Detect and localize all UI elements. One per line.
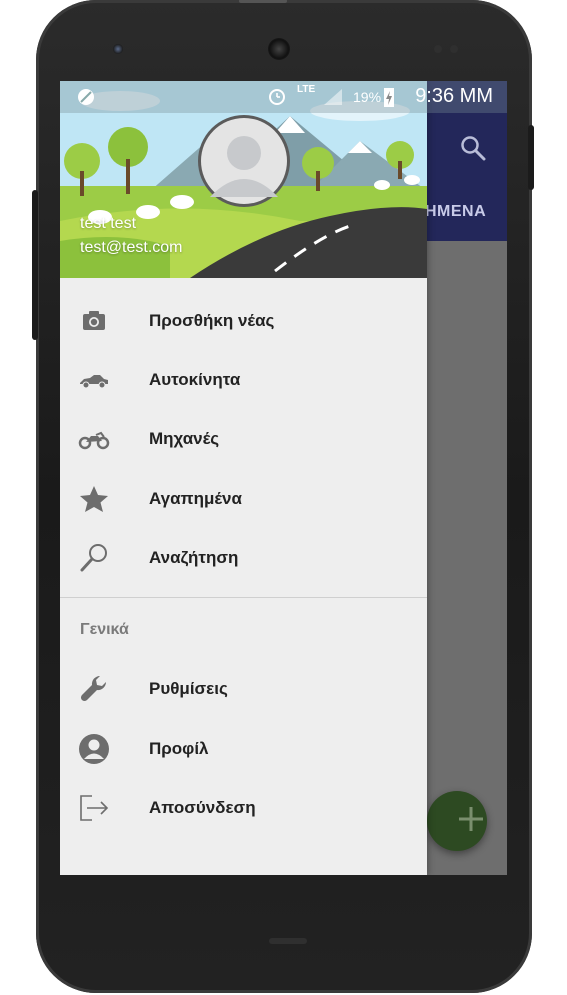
wrench-icon	[80, 675, 107, 702]
motorcycle-icon	[78, 431, 110, 450]
plus-icon	[459, 807, 483, 831]
sensor-dot	[434, 45, 442, 53]
menu-label: Ρυθμίσεις	[149, 679, 228, 698]
status-bar: LTE 19% 9:36 MM	[60, 81, 507, 113]
status-time: 9:36 MM	[415, 85, 493, 107]
menu-item-add-new[interactable]: Προσθήκη νέας	[60, 291, 427, 350]
battery-percentage: 19%	[353, 89, 382, 105]
menu-item-favorites[interactable]: Αγαπημένα	[60, 469, 427, 528]
menu-label: Μηχανές	[149, 429, 220, 448]
menu-divider	[60, 597, 427, 598]
menu-item-profile[interactable]: Προφίλ	[60, 719, 427, 778]
account-icon	[79, 734, 109, 764]
sensor-dot	[450, 45, 458, 53]
volume-button	[32, 190, 38, 340]
add-fab-button[interactable]	[427, 791, 487, 851]
proximity-sensor	[113, 44, 123, 54]
alarm-icon	[269, 89, 285, 105]
menu-label: Αναζήτηση	[149, 548, 239, 567]
network-type: LTE	[297, 84, 316, 95]
menu-item-search[interactable]: Αναζήτηση	[60, 528, 427, 587]
toolbar-search-icon[interactable]	[460, 135, 486, 161]
menu-item-logout[interactable]: Αποσύνδεση	[60, 778, 427, 837]
menu-label: Αγαπημένα	[149, 489, 242, 508]
bottom-speaker	[269, 938, 307, 944]
menu-label: Προσθήκη νέας	[149, 311, 275, 330]
camera-icon	[83, 311, 105, 330]
star-icon	[80, 486, 108, 512]
top-speaker	[239, 0, 287, 3]
menu-item-cars[interactable]: Αυτοκίνητα	[60, 350, 427, 409]
menu-label: Αποσύνδεση	[149, 798, 256, 817]
notification-icon	[78, 89, 94, 105]
search-icon	[80, 544, 107, 572]
menu-item-settings[interactable]: Ρυθμίσεις	[60, 659, 427, 718]
tab-favorites[interactable]: ΗΜΕΝΑ	[425, 203, 486, 221]
car-icon	[80, 375, 108, 389]
battery-charging-icon	[384, 88, 394, 107]
user-email: test@test.com	[80, 239, 183, 256]
navigation-drawer: test test test@test.com LTE 19% 9:36 MM …	[60, 81, 507, 875]
screen: ΗΜΕΝΑ test test test@test.com LTE 19% 9:…	[60, 81, 507, 875]
user-name: test test	[80, 215, 137, 232]
section-title-general: Γενικά	[80, 621, 129, 638]
power-button	[528, 125, 534, 190]
menu-label: Προφίλ	[149, 739, 209, 758]
logout-icon	[80, 795, 109, 821]
front-camera	[268, 38, 290, 60]
menu-item-motorcycles[interactable]: Μηχανές	[60, 409, 427, 468]
signal-icon	[324, 89, 342, 105]
menu-label: Αυτοκίνητα	[149, 370, 241, 389]
